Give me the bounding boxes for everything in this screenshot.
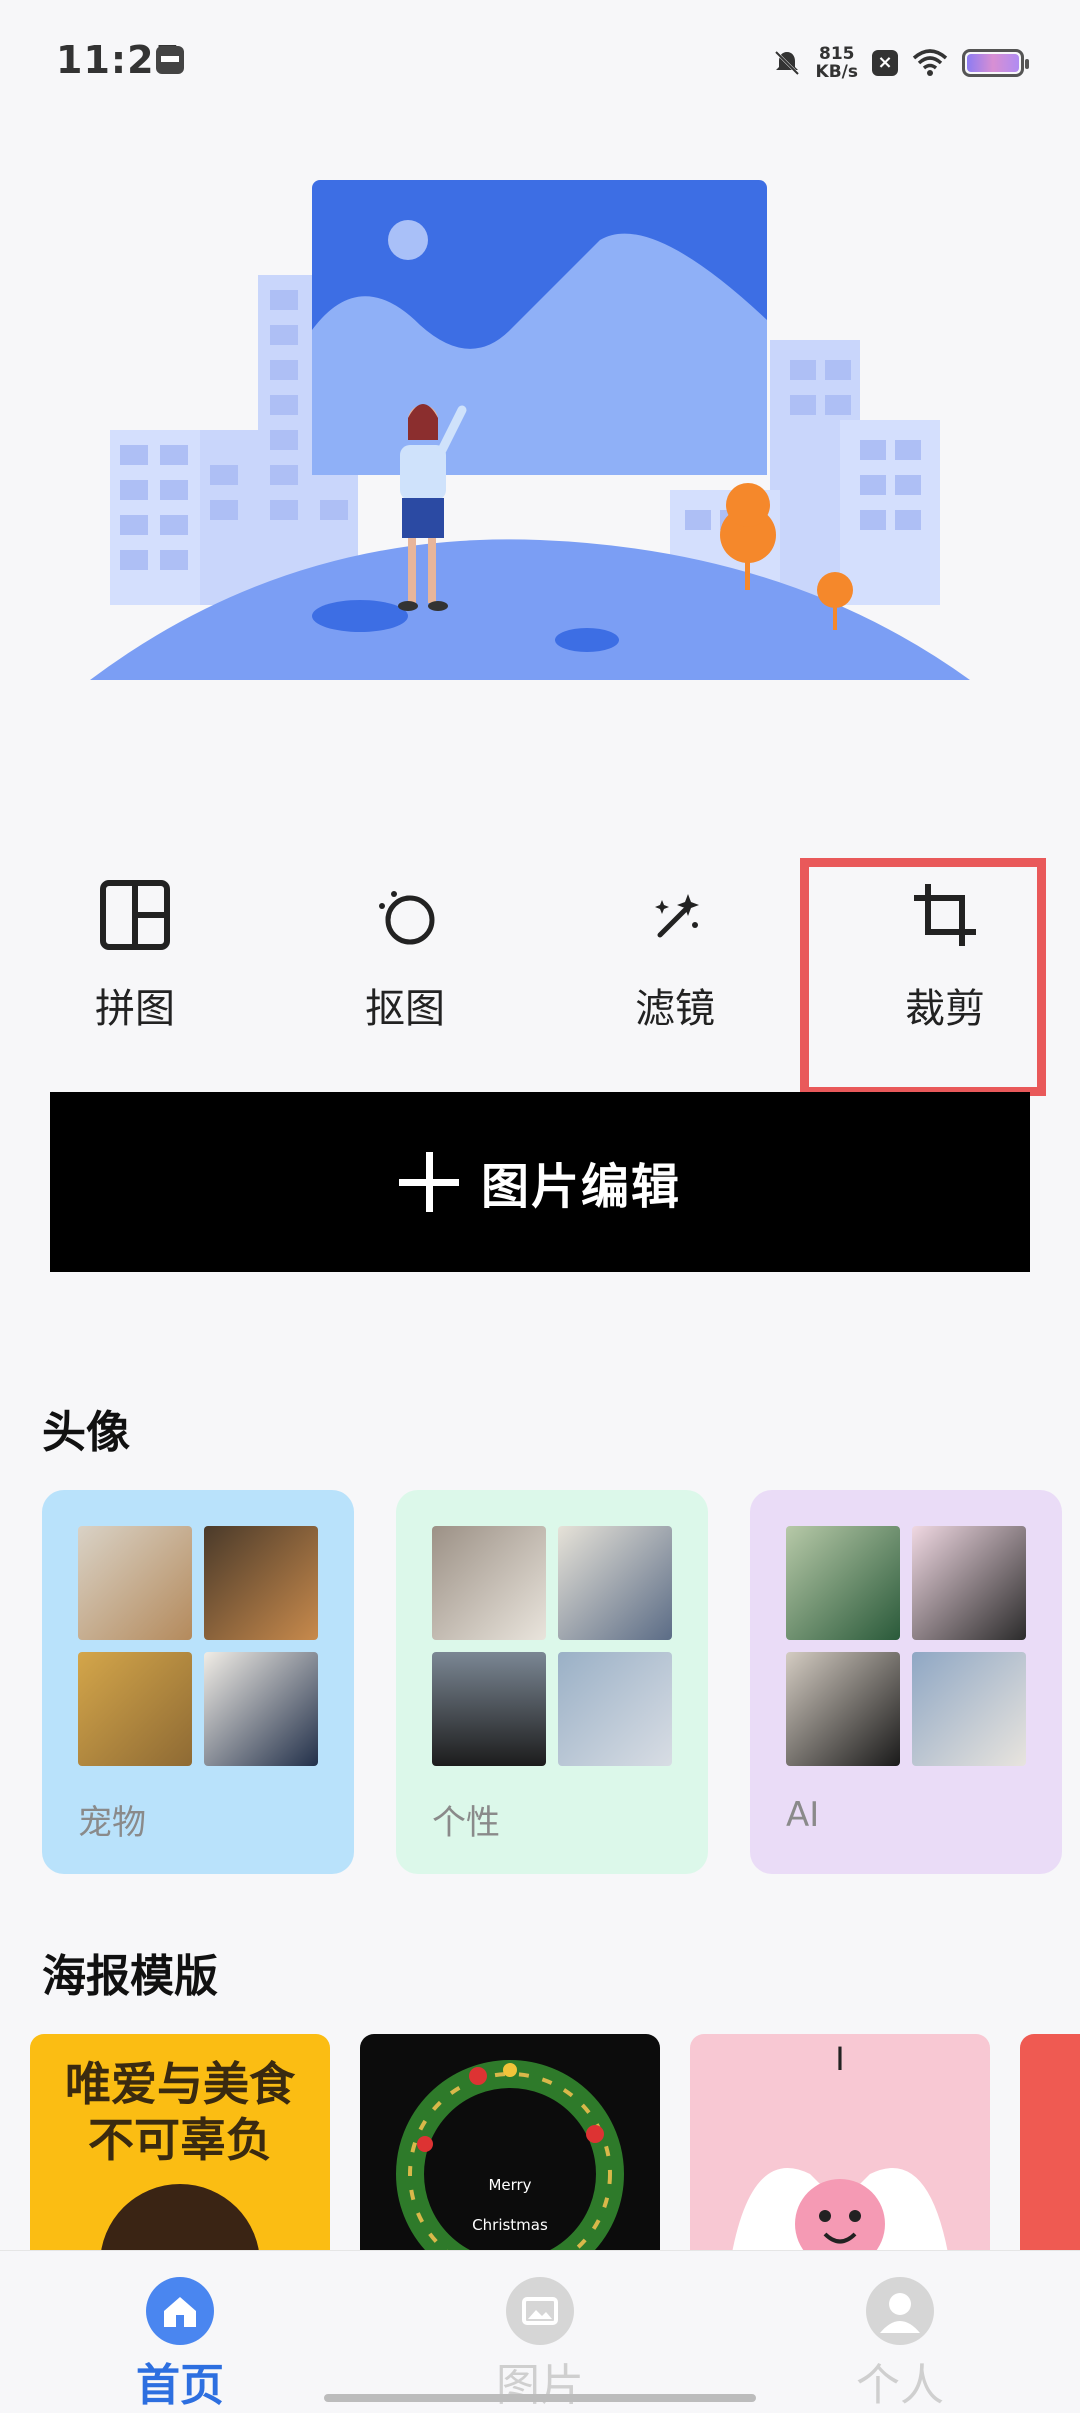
poster-food[interactable]: 唯爱与美食 不可辜负 [30, 2034, 330, 2264]
net-speed: 815 KB/s [816, 45, 858, 81]
plus-icon [398, 1152, 459, 1212]
card-label: 个性 [432, 1803, 500, 1843]
thumbnail [78, 1652, 192, 1766]
poster-text-merry: Merry [488, 2176, 532, 2194]
thumbnail [432, 1526, 546, 1640]
home-icon [146, 2277, 214, 2345]
nav-home[interactable]: 首页 [80, 2261, 280, 2411]
avatar-thumbnails [786, 1526, 1026, 1770]
hero-illustration [90, 180, 970, 680]
image-edit-label: 图片编辑 [480, 1159, 681, 1215]
nav-label: 个人 [856, 2360, 944, 2411]
picture-icon [506, 2277, 574, 2345]
card-label: AI [786, 1795, 820, 1835]
avatar-section-title: 头像 [42, 1407, 130, 1458]
poster-section-title: 海报模版 [42, 1951, 218, 2002]
nav-label: 首页 [136, 2360, 224, 2411]
image-edit-button[interactable]: 图片编辑 [50, 1092, 1030, 1272]
tool-label: 拼图 [95, 986, 175, 1032]
tool-cutout[interactable]: 抠图 [270, 860, 540, 1060]
avatar-card-personality[interactable]: 个性 [396, 1490, 708, 1874]
thumbnail [912, 1652, 1026, 1766]
poster-text: 唯爱与美食 不可辜负 [65, 2057, 295, 2167]
card-label: 宠物 [78, 1803, 146, 1843]
status-bar: 11:25 815 KB/s × [0, 0, 1080, 120]
thumbnail [786, 1652, 900, 1766]
tool-label: 滤镜 [635, 986, 715, 1032]
no-sim-icon: × [872, 50, 898, 76]
avatar-thumbnails [432, 1526, 672, 1770]
poster-text-christmas: Christmas [472, 2216, 548, 2234]
tool-filter[interactable]: 滤镜 [540, 860, 810, 1060]
poster-hands[interactable]: I [690, 2034, 990, 2264]
status-icons: 815 KB/s × [772, 40, 1029, 86]
tool-label: 抠图 [365, 986, 445, 1032]
thumbnail [204, 1526, 318, 1640]
collage-icon [100, 880, 170, 950]
thumbnail [78, 1526, 192, 1640]
cutout-icon [379, 891, 435, 945]
heart-hands-illustration [730, 2168, 950, 2264]
thumbnail [558, 1652, 672, 1766]
thumbnail [558, 1526, 672, 1640]
magic-wand-icon [655, 894, 699, 938]
user-icon [866, 2277, 934, 2345]
calendar-icon [156, 46, 184, 74]
avatar-card-ai[interactable]: AI [750, 1490, 1062, 1874]
avatar-card-pet[interactable]: 宠物 [42, 1490, 354, 1874]
thumbnail [432, 1652, 546, 1766]
net-speed-unit: KB/s [815, 62, 858, 82]
battery-icon [962, 49, 1029, 77]
nav-profile[interactable]: 个人 [800, 2261, 1000, 2411]
tool-collage[interactable]: 拼图 [0, 860, 270, 1060]
mute-bell-icon [774, 50, 799, 76]
thumbnail [204, 1652, 318, 1766]
poster-christmas[interactable]: Merry Christmas [360, 2034, 660, 2264]
avatar-thumbnails [78, 1526, 318, 1770]
home-indicator[interactable] [324, 2394, 756, 2402]
thumbnail [786, 1526, 900, 1640]
net-speed-value: 815 [819, 44, 855, 64]
poster-partial[interactable] [1020, 2034, 1080, 2264]
nav-pictures[interactable]: 图片 [440, 2261, 640, 2411]
bottom-nav: 首页 图片 个人 [0, 2250, 1080, 2411]
crop-highlight-box [800, 858, 1046, 1096]
wifi-icon [912, 49, 948, 76]
nav-label: 图片 [496, 2360, 584, 2411]
thumbnail [912, 1526, 1026, 1640]
